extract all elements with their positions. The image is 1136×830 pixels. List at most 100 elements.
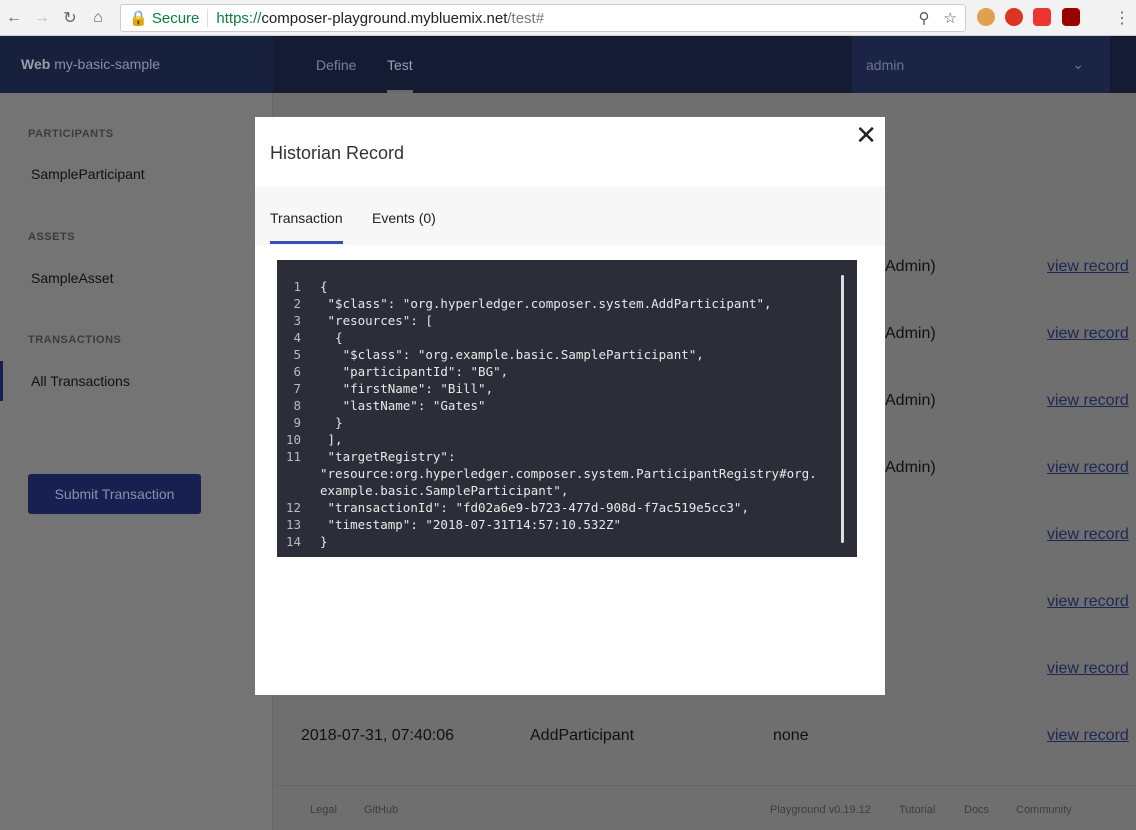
view-record-link[interactable]: view record [1047, 593, 1129, 611]
sidebar-item-all-transactions[interactable]: All Transactions [31, 373, 130, 389]
line-number: 6 [293, 364, 301, 379]
transactions-heading: TRANSACTIONS [28, 334, 122, 346]
footer-docs-link[interactable]: Docs [964, 804, 989, 816]
line-number: 4 [293, 330, 301, 345]
footer: Legal GitHub Playground v0.19.12 Tutoria… [274, 785, 1136, 816]
code-line: 1{ [277, 278, 857, 295]
code-text: "$class": "org.hyperledger.composer.syst… [320, 296, 772, 311]
browser-toolbar: ← → ↻ ⌂ 🔒 Secure https://composer-playgr… [0, 0, 1136, 36]
back-icon[interactable]: ← [0, 9, 28, 27]
row-date: 2018-07-31, 07:40:06 [301, 727, 455, 744]
home-icon[interactable]: ⌂ [84, 9, 112, 27]
brand-bold: Web [21, 56, 51, 72]
participants-heading: PARTICIPANTS [28, 128, 114, 140]
record-extension-icon[interactable] [1005, 8, 1023, 26]
line-number: 8 [293, 398, 301, 413]
submit-transaction-button[interactable]: Submit Transaction [28, 474, 201, 514]
historian-record-modal: Historian Record ✕ Transaction Events (0… [255, 117, 885, 695]
line-number: 5 [293, 347, 301, 362]
code-line: 5 "$class": "org.example.basic.SamplePar… [277, 346, 857, 363]
code-text: "firstName": "Bill", [320, 381, 494, 396]
footer-community-link[interactable]: Community [1016, 804, 1072, 816]
line-number: 9 [293, 415, 301, 430]
code-text: ], [320, 432, 343, 447]
code-line: 2 "$class": "org.hyperledger.composer.sy… [277, 295, 857, 312]
view-record-link[interactable]: view record [1047, 526, 1129, 544]
address-bar[interactable]: 🔒 Secure https://composer-playground.myb… [120, 4, 966, 32]
scrollbar[interactable] [841, 275, 844, 543]
view-record-link[interactable]: view record [1047, 325, 1129, 343]
view-record-link[interactable]: view record [1047, 392, 1129, 410]
view-record-link[interactable]: view record [1047, 459, 1129, 477]
line-number: 14 [285, 534, 301, 549]
forward-icon[interactable]: → [28, 9, 56, 27]
view-record-link[interactable]: view record [1047, 660, 1129, 678]
code-line: 13 "timestamp": "2018-07-31T14:57:10.532… [277, 516, 857, 533]
menu-icon[interactable]: ⋮ [1108, 8, 1136, 28]
code-text: "lastName": "Gates" [320, 398, 486, 413]
brand-name: my-basic-sample [54, 56, 161, 72]
code-line: 11 "targetRegistry": "resource:org.hyper… [277, 448, 857, 499]
line-number: 7 [293, 381, 301, 396]
modal-title: Historian Record [270, 143, 405, 163]
shield-extension-icon[interactable] [1062, 8, 1080, 26]
sidebar-item-sample-asset[interactable]: SampleAsset [31, 270, 113, 286]
line-number: 10 [285, 432, 301, 447]
code-line: 14} [277, 533, 857, 550]
app-header: Web my-basic-sample Define Test admin ⌄ [0, 36, 1136, 93]
row-participant: Admin) [885, 325, 936, 342]
view-record-link[interactable]: view record [1047, 727, 1129, 745]
code-line: 10 ], [277, 431, 857, 448]
code-text: "transactionId": "fd02a6e9-b723-477d-908… [320, 500, 749, 515]
secure-label: Secure [151, 10, 200, 27]
assets-heading: ASSETS [28, 231, 76, 243]
code-text: } [320, 534, 328, 549]
line-number: 12 [285, 500, 301, 515]
zoom-icon[interactable]: ⚲ [919, 9, 930, 27]
code-text: "timestamp": "2018-07-31T14:57:10.532Z" [320, 517, 622, 532]
code-line: 12 "transactionId": "fd02a6e9-b723-477d-… [277, 499, 857, 516]
tab-events[interactable]: Events (0) [372, 210, 436, 226]
row-type: AddParticipant [530, 727, 635, 744]
footer-version: Playground v0.19.12 [770, 804, 871, 816]
code-text: } [320, 415, 343, 430]
tab-test[interactable]: Test [387, 57, 413, 93]
code-line: 8 "lastName": "Gates" [277, 397, 857, 414]
row-participant: Admin) [885, 258, 936, 275]
code-text: "targetRegistry": "resource:org.hyperled… [320, 449, 817, 498]
chevron-down-icon: ⌄ [1072, 56, 1084, 72]
url-host: composer-playground.mybluemix.net [261, 9, 508, 27]
table-row: 2018-07-31, 07:40:06 AddParticipant none vi… [274, 727, 1136, 794]
code-line: 9 } [277, 414, 857, 431]
user-dropdown[interactable]: admin ⌄ [852, 36, 1110, 93]
line-number: 11 [285, 449, 301, 464]
footer-github-link[interactable]: GitHub [364, 804, 398, 816]
code-line: 6 "participantId": "BG", [277, 363, 857, 380]
code-text: { [320, 330, 343, 345]
secure-indicator[interactable]: 🔒 Secure [129, 9, 209, 27]
sidebar-item-sample-participant[interactable]: SampleParticipant [31, 166, 145, 182]
tab-define[interactable]: Define [316, 57, 356, 73]
sidebar: PARTICIPANTS SampleParticipant ASSETS Sa… [0, 93, 273, 830]
modal-tabs: Transaction Events (0) [255, 187, 885, 245]
line-number: 2 [293, 296, 301, 311]
code-viewer[interactable]: 1{2 "$class": "org.hyperledger.composer.… [277, 260, 857, 557]
code-line: 7 "firstName": "Bill", [277, 380, 857, 397]
tab-transaction[interactable]: Transaction [270, 210, 343, 244]
code-text: "$class": "org.example.basic.SampleParti… [320, 347, 704, 362]
cookie-extension-icon[interactable] [977, 8, 995, 26]
close-icon[interactable]: ✕ [855, 122, 877, 148]
brand: Web my-basic-sample [0, 36, 273, 93]
code-text: "resources": [ [320, 313, 433, 328]
code-text: { [320, 279, 328, 294]
dots-extension-icon[interactable] [1033, 8, 1051, 26]
reload-icon[interactable]: ↻ [56, 8, 84, 28]
line-number: 1 [293, 279, 301, 294]
footer-tutorial-link[interactable]: Tutorial [899, 804, 935, 816]
code-text: "participantId": "BG", [320, 364, 509, 379]
url-path: /test# [507, 9, 545, 27]
line-number: 3 [293, 313, 301, 328]
footer-legal-link[interactable]: Legal [310, 804, 337, 816]
bookmark-star-icon[interactable]: ☆ [944, 9, 957, 27]
view-record-link[interactable]: view record [1047, 258, 1129, 276]
